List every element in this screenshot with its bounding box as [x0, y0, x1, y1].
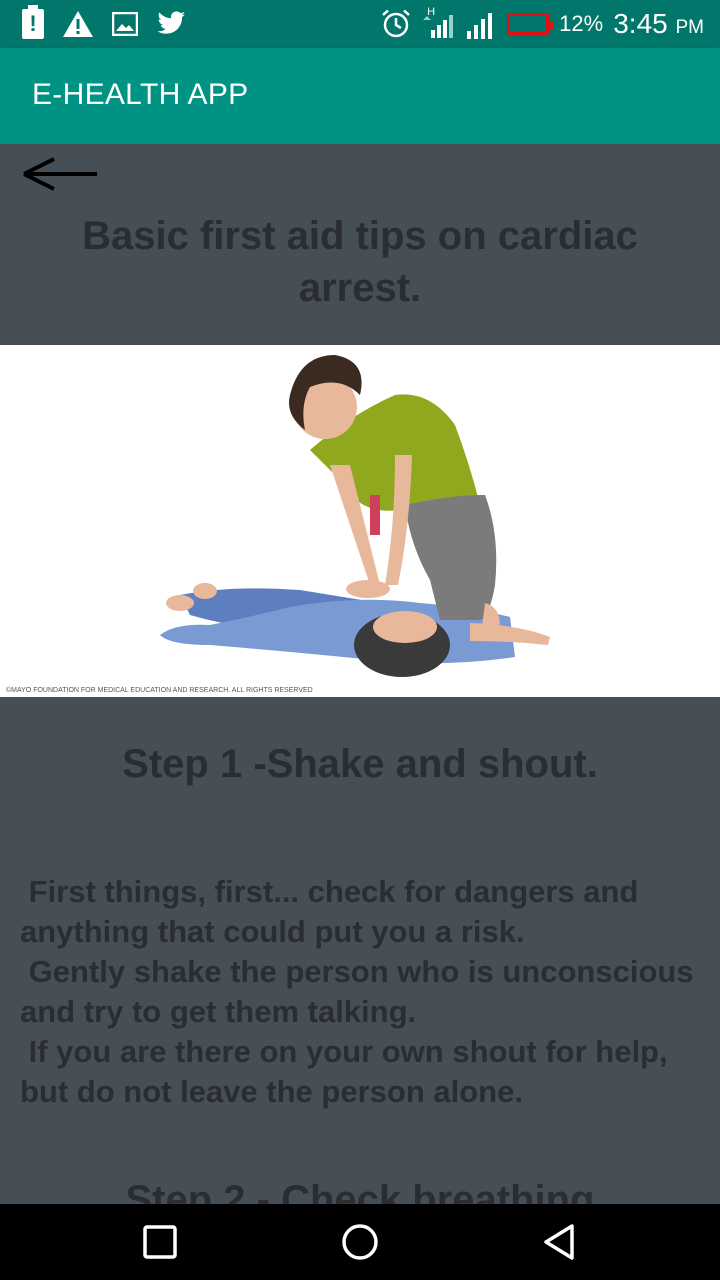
warning-icon — [63, 11, 93, 37]
app-title: E-HEALTH APP — [32, 78, 249, 111]
cpr-illustration: ©MAYO FOUNDATION FOR MEDICAL EDUCATION A… — [0, 345, 720, 697]
recents-icon[interactable] — [140, 1222, 180, 1262]
home-icon[interactable] — [340, 1222, 380, 1262]
back-arrow-icon[interactable] — [20, 154, 100, 194]
image-caption: ©MAYO FOUNDATION FOR MEDICAL EDUCATION A… — [6, 686, 313, 694]
step1-line-1: First things, first... check for dangers… — [20, 874, 648, 949]
signal-icon — [467, 13, 493, 39]
nav-bar — [0, 1204, 720, 1280]
step1-line-2: Gently shake the person who is unconscio… — [20, 954, 703, 1029]
app-bar: E-HEALTH APP — [0, 48, 720, 144]
battery-icon — [507, 13, 554, 35]
back-icon[interactable] — [540, 1222, 580, 1262]
cpr-drawing: ©MAYO FOUNDATION FOR MEDICAL EDUCATION A… — [6, 355, 550, 694]
twitter-icon — [157, 11, 185, 34]
content-scroll[interactable]: Basic first aid tips on cardiac arrest. — [0, 144, 720, 1204]
page-title: Basic first aid tips on cardiac arrest. — [82, 214, 638, 310]
mobile-signal-icon: H — [421, 6, 455, 40]
clock: 3:45 PM — [613, 8, 704, 40]
step1-line-3: If you are there on your own shout for h… — [20, 1034, 677, 1109]
battery-alert-icon: ! — [22, 5, 44, 39]
status-bar: ! H 12% 3:45 PM — [0, 0, 720, 48]
image-icon — [112, 12, 138, 36]
battery-percent: 12% — [559, 11, 604, 36]
clock-ampm: PM — [675, 17, 705, 38]
clock-time: 3:45 — [613, 8, 668, 39]
step2-heading: Step 2 - Check breathing — [125, 1178, 595, 1204]
step1-heading: Step 1 -Shake and shout. — [122, 742, 598, 786]
step1-body: First things, first... check for dangers… — [20, 872, 704, 1112]
alarm-icon — [382, 9, 411, 38]
